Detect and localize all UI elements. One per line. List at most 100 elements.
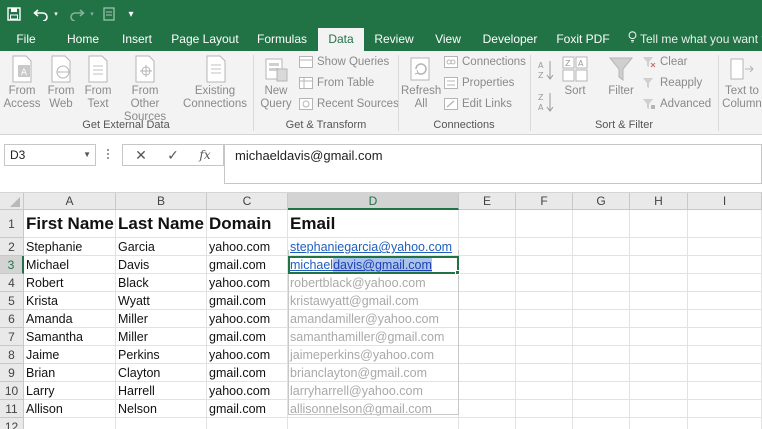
text-to-columns-button[interactable]: Text to Column [722,55,762,111]
chevron-down-icon[interactable]: ▼ [83,145,91,165]
cell-a1[interactable]: First Name [24,210,116,238]
existing-connections-button[interactable]: Existing Connections [182,55,248,111]
from-web-button[interactable]: From Web [44,55,78,111]
cell-a9[interactable]: Brian [24,364,116,382]
column-header-b[interactable]: B [116,193,207,210]
cell-c6[interactable]: yahoo.com [207,310,288,328]
sort-button[interactable]: ZA Sort [558,55,592,98]
tab-page-layout[interactable]: Page Layout [170,28,240,51]
cell-g6[interactable] [573,310,630,328]
redo-icon[interactable] [66,3,88,25]
cell-a8[interactable]: Jaime [24,346,116,364]
cell-d10[interactable]: larryharrell@yahoo.com [288,382,459,400]
cell-g7[interactable] [573,328,630,346]
cancel-icon[interactable]: ✕ [127,145,155,165]
sort-ascending-button[interactable]: AZ [536,59,556,85]
cell-b10[interactable]: Harrell [116,382,207,400]
cell-a6[interactable]: Amanda [24,310,116,328]
cell-e5[interactable] [459,292,516,310]
tab-developer[interactable]: Developer [480,28,540,51]
cell-h12[interactable] [630,418,688,429]
cell-c12[interactable] [207,418,288,429]
cell-g8[interactable] [573,346,630,364]
cell-h9[interactable] [630,364,688,382]
cell-i3[interactable] [688,256,762,274]
cell-a10[interactable]: Larry [24,382,116,400]
cell-e1[interactable] [459,210,516,238]
tab-foxit-pdf[interactable]: Foxit PDF [552,28,614,51]
name-box[interactable]: D3 ▼ [4,144,96,166]
tab-review[interactable]: Review [370,28,418,51]
advanced-filter-button[interactable]: Advanced [642,95,711,113]
cell-d3[interactable]: michaeldavis@gmail.com [288,256,459,274]
clear-filter-button[interactable]: Clear [642,53,687,71]
cell-i4[interactable] [688,274,762,292]
cell-f11[interactable] [516,400,573,418]
cell-e4[interactable] [459,274,516,292]
row-header-3[interactable]: 3 [0,256,24,274]
row-header-7[interactable]: 7 [0,328,24,346]
cell-b5[interactable]: Wyatt [116,292,207,310]
undo-dropdown-icon[interactable]: ▾ [52,3,60,25]
cell-d2[interactable]: stephaniegarcia@yahoo.com [288,238,459,256]
cell-b1[interactable]: Last Name [116,210,207,238]
cell-f3[interactable] [516,256,573,274]
cell-a2[interactable]: Stephanie [24,238,116,256]
column-header-e[interactable]: E [459,193,516,210]
cell-h5[interactable] [630,292,688,310]
cell-c7[interactable]: gmail.com [207,328,288,346]
row-header-2[interactable]: 2 [0,238,24,256]
cell-h8[interactable] [630,346,688,364]
cell-h4[interactable] [630,274,688,292]
cell-f7[interactable] [516,328,573,346]
from-text-button[interactable]: From Text [80,55,116,111]
cell-c11[interactable]: gmail.com [207,400,288,418]
column-header-g[interactable]: G [573,193,630,210]
qat-more-icon[interactable]: ▾ [124,3,138,25]
cell-g5[interactable] [573,292,630,310]
from-table-button[interactable]: From Table [299,74,374,92]
cell-e7[interactable] [459,328,516,346]
fill-handle[interactable] [455,270,460,275]
cell-a5[interactable]: Krista [24,292,116,310]
cell-d4[interactable]: robertblack@yahoo.com [288,274,459,292]
cell-b9[interactable]: Clayton [116,364,207,382]
cell-c10[interactable]: yahoo.com [207,382,288,400]
cell-i11[interactable] [688,400,762,418]
tab-home[interactable]: Home [62,28,104,51]
redo-dropdown-icon[interactable]: ▾ [88,3,96,25]
cell-e6[interactable] [459,310,516,328]
tab-data[interactable]: Data [318,28,364,51]
cell-d9[interactable]: brianclayton@gmail.com [288,364,459,382]
cell-b7[interactable]: Miller [116,328,207,346]
cell-d11[interactable]: allisonnelson@gmail.com [288,400,459,418]
properties-button[interactable]: Properties [444,74,514,92]
cell-i6[interactable] [688,310,762,328]
cell-e11[interactable] [459,400,516,418]
cell-b4[interactable]: Black [116,274,207,292]
cell-g2[interactable] [573,238,630,256]
cell-f5[interactable] [516,292,573,310]
recent-sources-button[interactable]: Recent Sources [299,95,399,113]
cell-i12[interactable] [688,418,762,429]
column-header-c[interactable]: C [207,193,288,210]
cell-h11[interactable] [630,400,688,418]
cell-i7[interactable] [688,328,762,346]
cell-d12[interactable] [288,418,459,429]
formula-input[interactable]: michaeldavis@gmail.com [224,144,762,184]
column-header-a[interactable]: A [24,193,116,210]
save-icon[interactable] [4,3,24,25]
worksheet-grid[interactable]: A B C D E F G H I 1 2 3 4 5 6 7 8 9 10 11 12 First Name Last N… [0,193,762,429]
cell-g12[interactable] [573,418,630,429]
cell-i10[interactable] [688,382,762,400]
new-query-button[interactable]: New Query [256,55,296,111]
cell-g4[interactable] [573,274,630,292]
cell-i9[interactable] [688,364,762,382]
cell-h1[interactable] [630,210,688,238]
row-header-10[interactable]: 10 [0,382,24,400]
cell-f8[interactable] [516,346,573,364]
column-header-d[interactable]: D [288,193,459,210]
sort-descending-button[interactable]: ZA [536,91,556,117]
cell-f1[interactable] [516,210,573,238]
cell-c5[interactable]: gmail.com [207,292,288,310]
